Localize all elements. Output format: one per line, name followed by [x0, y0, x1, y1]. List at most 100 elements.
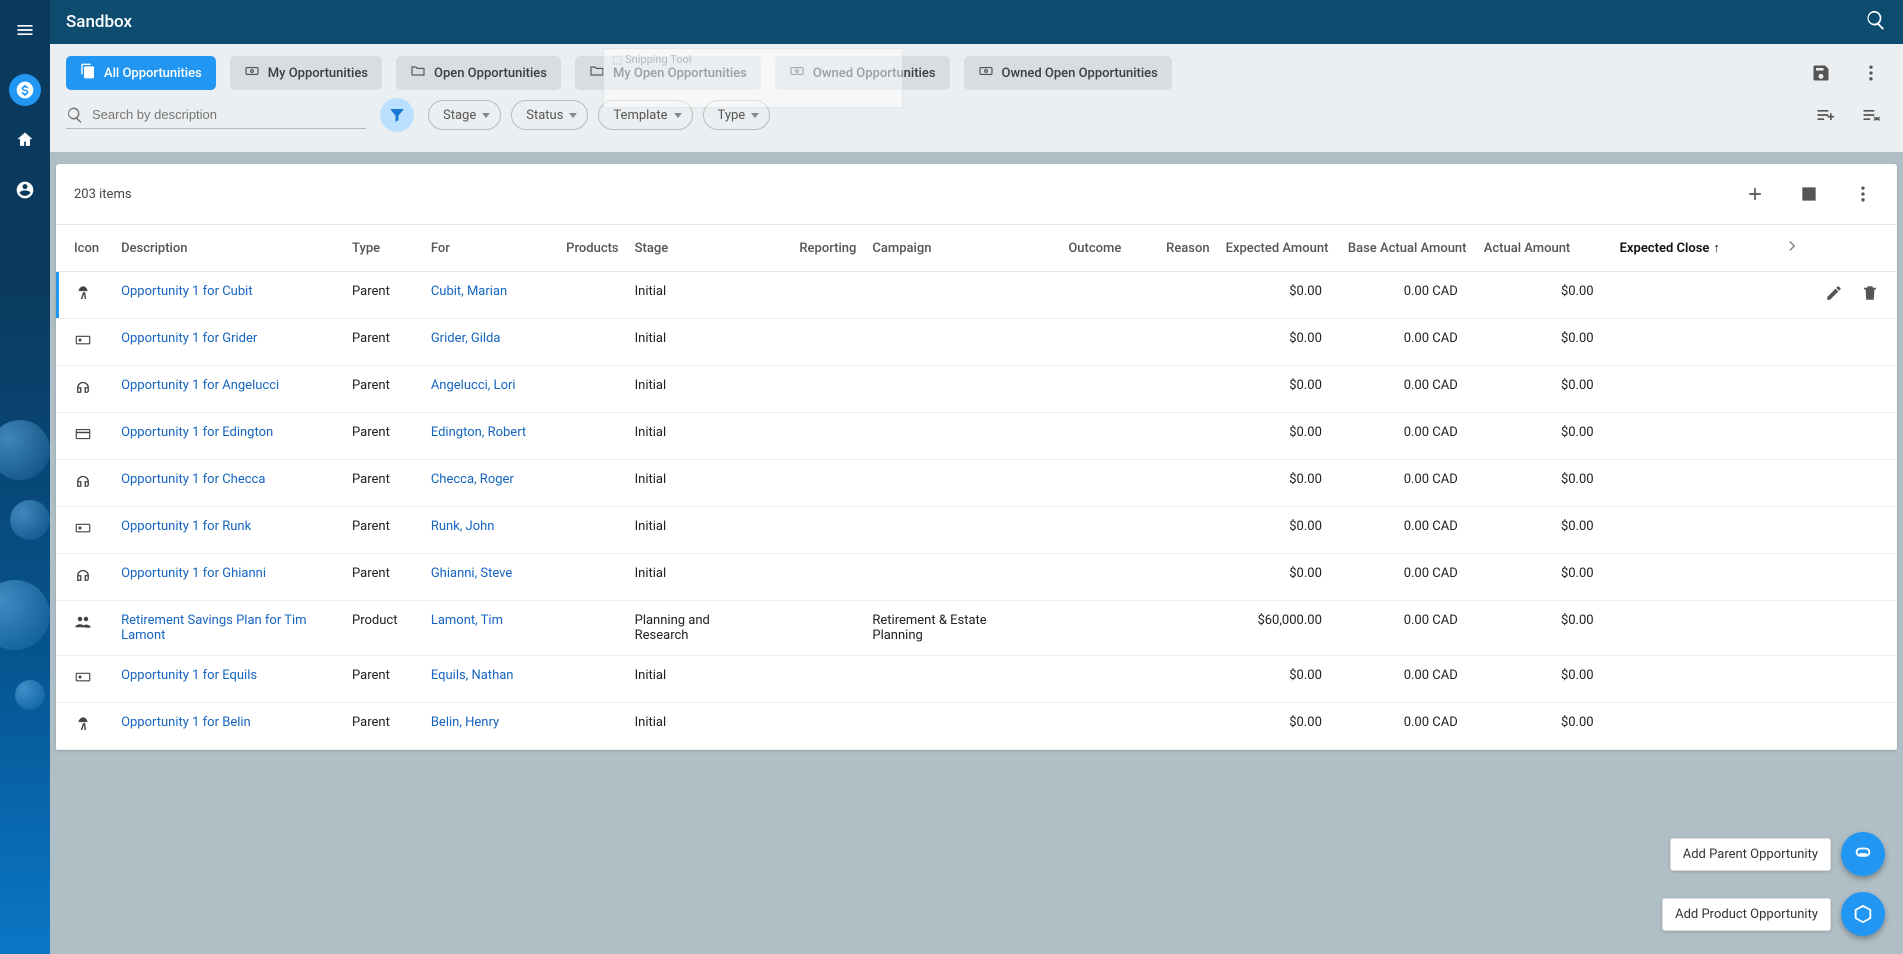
fab-product-label: Add Product Opportunity — [1662, 898, 1831, 931]
row-description[interactable]: Opportunity 1 for Cubit — [121, 284, 253, 299]
filter-toggle[interactable] — [380, 98, 414, 132]
table-row[interactable]: Retirement Savings Plan for Tim LamontPr… — [56, 601, 1897, 656]
table-row[interactable]: Opportunity 1 for EquilsParentEquils, Na… — [56, 656, 1897, 703]
table-row[interactable]: Opportunity 1 for EdingtonParentEdington… — [56, 413, 1897, 460]
delete-button[interactable] — [1861, 284, 1879, 306]
col-for[interactable]: For — [423, 225, 538, 272]
row-stage: Initial — [627, 319, 763, 366]
row-for[interactable]: Grider, Gilda — [431, 331, 501, 346]
tab-owned-open-opportunities[interactable]: Owned Open Opportunities — [964, 56, 1172, 90]
sidebar-item-opportunities[interactable] — [9, 74, 41, 106]
row-description[interactable]: Opportunity 1 for Checca — [121, 472, 265, 487]
row-for[interactable]: Runk, John — [431, 519, 495, 534]
menu-button[interactable] — [9, 14, 41, 46]
table-row[interactable]: Opportunity 1 for CubitParentCubit, Mari… — [56, 272, 1897, 319]
table-row[interactable]: Opportunity 1 for BelinParentBelin, Henr… — [56, 703, 1897, 750]
col-expand[interactable] — [1775, 225, 1897, 272]
table-row[interactable]: Opportunity 1 for RunkParentRunk, JohnIn… — [56, 507, 1897, 554]
col-campaign[interactable]: Campaign — [864, 225, 1027, 272]
col-expected-amount[interactable]: Expected Amount — [1218, 225, 1340, 272]
col-base-actual[interactable]: Base Actual Amount — [1340, 225, 1476, 272]
row-for[interactable]: Checca, Roger — [431, 472, 514, 487]
chevron-down-icon — [751, 113, 759, 118]
row-for[interactable]: Angelucci, Lori — [431, 378, 516, 393]
row-expected: $0.00 — [1218, 319, 1340, 366]
filter-status[interactable]: Status — [511, 100, 588, 130]
filter-template[interactable]: Template — [598, 100, 692, 130]
row-description[interactable]: Opportunity 1 for Edington — [121, 425, 273, 440]
tab-my-open-opportunities[interactable]: My Open Opportunities — [575, 56, 761, 90]
money-icon — [978, 63, 994, 83]
row-description[interactable]: Opportunity 1 for Grider — [121, 331, 257, 346]
row-stage: Initial — [627, 554, 763, 601]
table-row[interactable]: Opportunity 1 for AngelucciParentAngeluc… — [56, 366, 1897, 413]
row-actual: $0.00 — [1476, 319, 1612, 366]
row-campaign: Retirement & Estate Planning — [864, 601, 1027, 656]
row-description[interactable]: Opportunity 1 for Runk — [121, 519, 251, 534]
table-row[interactable]: Opportunity 1 for CheccaParentChecca, Ro… — [56, 460, 1897, 507]
row-for[interactable]: Edington, Robert — [431, 425, 526, 440]
folder-icon — [589, 63, 605, 83]
tab-all-opportunities[interactable]: All Opportunities — [66, 56, 216, 90]
filter-type[interactable]: Type — [703, 100, 771, 130]
col-icon[interactable]: Icon — [56, 225, 113, 272]
row-description[interactable]: Opportunity 1 for Ghianni — [121, 566, 266, 581]
tab-my-opportunities[interactable]: My Opportunities — [230, 56, 382, 90]
search-input-wrap[interactable] — [66, 102, 366, 129]
row-for[interactable]: Lamont, Tim — [431, 613, 503, 628]
row-base: 0.00 CAD — [1340, 272, 1476, 319]
row-actual: $0.00 — [1476, 460, 1612, 507]
row-actual: $0.00 — [1476, 601, 1612, 656]
col-actual[interactable]: Actual Amount — [1476, 225, 1612, 272]
col-outcome[interactable]: Outcome — [1027, 225, 1129, 272]
row-actual: $0.00 — [1476, 507, 1612, 554]
row-for[interactable]: Equils, Nathan — [431, 668, 514, 683]
clear-filters-button[interactable] — [1855, 99, 1887, 131]
more-button[interactable] — [1855, 57, 1887, 89]
tab-owned-opportunities[interactable]: Owned Opportunities — [775, 56, 950, 90]
add-row-button[interactable] — [1739, 178, 1771, 210]
sidebar-item-account[interactable] — [9, 174, 41, 206]
global-search-button[interactable] — [1865, 9, 1887, 36]
col-expected-close[interactable]: Expected Close↑ — [1612, 225, 1775, 272]
col-products[interactable]: Products — [538, 225, 626, 272]
row-description[interactable]: Retirement Savings Plan for Tim Lamont — [121, 613, 306, 643]
col-reporting[interactable]: Reporting — [762, 225, 864, 272]
sidebar-item-home[interactable] — [9, 124, 41, 156]
folder-icon — [410, 63, 426, 83]
row-type-icon — [74, 385, 92, 400]
save-icon — [1811, 63, 1831, 83]
row-base: 0.00 CAD — [1340, 319, 1476, 366]
row-for[interactable]: Cubit, Marian — [431, 284, 507, 299]
col-type[interactable]: Type — [344, 225, 423, 272]
add-filter-button[interactable] — [1809, 99, 1841, 131]
fab-parent-label: Add Parent Opportunity — [1670, 838, 1831, 871]
table-more-button[interactable] — [1847, 178, 1879, 210]
save-button[interactable] — [1805, 57, 1837, 89]
row-type-icon — [74, 675, 92, 690]
row-description[interactable]: Opportunity 1 for Angelucci — [121, 378, 279, 393]
chart-button[interactable] — [1793, 178, 1825, 210]
tab-open-opportunities[interactable]: Open Opportunities — [396, 56, 561, 90]
row-campaign — [864, 272, 1027, 319]
row-stage: Initial — [627, 366, 763, 413]
col-stage[interactable]: Stage — [627, 225, 763, 272]
plus-icon — [1745, 184, 1765, 204]
fab-add-parent[interactable] — [1841, 832, 1885, 876]
row-for[interactable]: Ghianni, Steve — [431, 566, 512, 581]
col-description[interactable]: Description — [113, 225, 344, 272]
row-for[interactable]: Belin, Henry — [431, 715, 499, 730]
fab-add-product[interactable] — [1841, 892, 1885, 936]
row-description[interactable]: Opportunity 1 for Belin — [121, 715, 251, 730]
filter-stage[interactable]: Stage — [428, 100, 501, 130]
edit-button[interactable] — [1825, 284, 1843, 306]
row-campaign — [864, 366, 1027, 413]
table-row[interactable]: Opportunity 1 for GriderParentGrider, Gi… — [56, 319, 1897, 366]
table-row[interactable]: Opportunity 1 for GhianniParentGhianni, … — [56, 554, 1897, 601]
row-base: 0.00 CAD — [1340, 366, 1476, 413]
row-type-icon — [74, 526, 92, 541]
row-description[interactable]: Opportunity 1 for Equils — [121, 668, 257, 683]
search-input[interactable] — [92, 107, 366, 122]
col-reason[interactable]: Reason — [1129, 225, 1217, 272]
sidebar — [0, 0, 50, 954]
